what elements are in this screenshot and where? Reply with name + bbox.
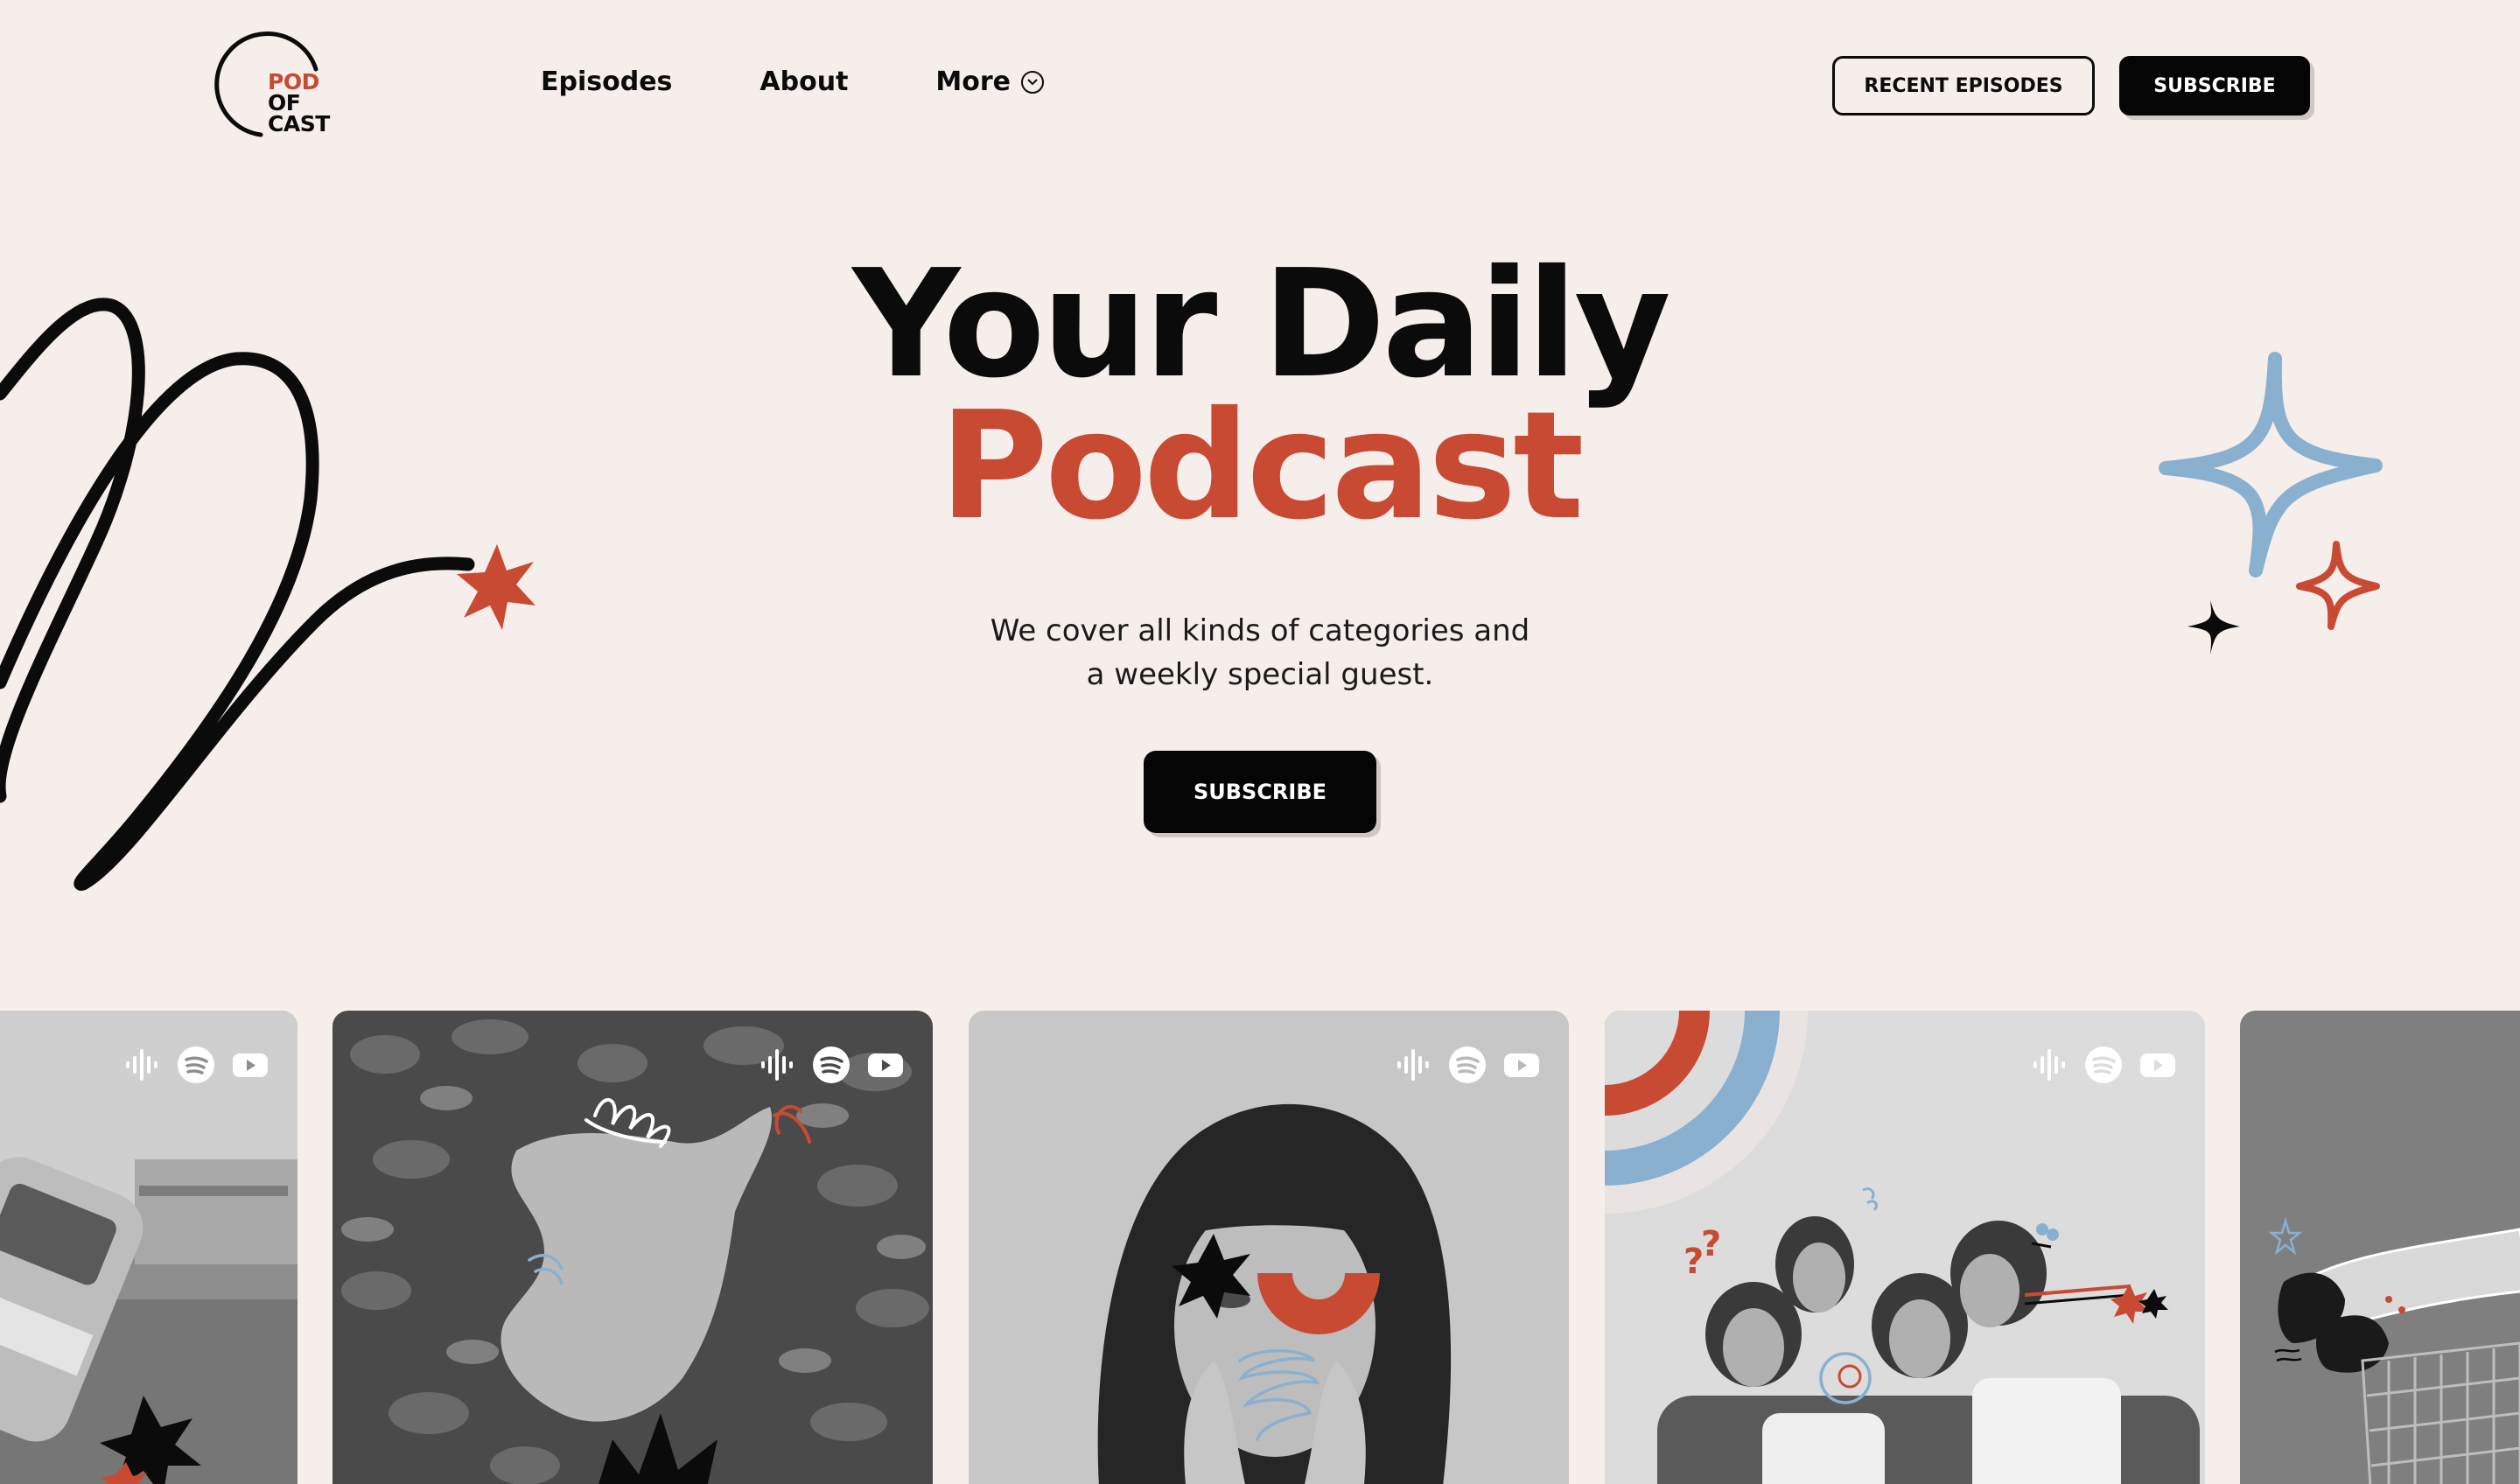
hero-subscribe-button[interactable]: SUBSCRIBE: [1144, 751, 1376, 833]
spotify-icon[interactable]: [812, 1046, 850, 1084]
episode-cards: ? ?: [0, 1011, 2520, 1484]
spotify-icon[interactable]: [177, 1046, 215, 1084]
spotify-icon[interactable]: [2084, 1046, 2123, 1084]
podcast-icon[interactable]: [1394, 1046, 1432, 1084]
podcast-icon[interactable]: [122, 1046, 161, 1084]
nav-episodes-label: Episodes: [541, 66, 673, 97]
logo-text: POD OF CAST: [268, 71, 330, 136]
hero-title-line2: Podcast: [939, 380, 1584, 553]
spotify-icon[interactable]: [1448, 1046, 1487, 1084]
nav-more-label: More: [935, 66, 1012, 97]
youtube-icon[interactable]: [1502, 1046, 1541, 1084]
nav-episodes[interactable]: Episodes: [541, 66, 672, 97]
podcast-icon[interactable]: [758, 1046, 796, 1084]
youtube-icon[interactable]: [231, 1046, 270, 1084]
episode-card-cart[interactable]: [2240, 1011, 2520, 1484]
youtube-icon[interactable]: [866, 1046, 905, 1084]
card-platforms: [107, 1046, 270, 1084]
episode-card-group[interactable]: ? ?: [1605, 1011, 2205, 1484]
youtube-icon[interactable]: [2138, 1046, 2177, 1084]
nav-about[interactable]: About: [760, 66, 848, 97]
hero-subtitle-line1: We cover all kinds of categories and: [990, 613, 1530, 648]
cart-photo: [2240, 1011, 2520, 1484]
card-platforms: [1378, 1046, 1541, 1084]
nav-about-label: About: [760, 66, 849, 97]
svg-text:?: ?: [1701, 1224, 1721, 1264]
header-subscribe-button[interactable]: SUBSCRIBE: [2119, 56, 2310, 116]
episode-card-bush[interactable]: [332, 1011, 933, 1484]
card-platforms: [2014, 1046, 2177, 1084]
nav-more[interactable]: More: [935, 66, 1045, 97]
logo[interactable]: POD OF CAST: [206, 30, 338, 144]
hero-subtitle: We cover all kinds of categories and a w…: [0, 609, 2520, 696]
card-platforms: [742, 1046, 905, 1084]
episode-card-van[interactable]: [0, 1011, 298, 1484]
recent-episodes-button[interactable]: RECENT EPISODES: [1832, 56, 2095, 116]
hero-title: Your Daily Podcast: [0, 238, 2520, 553]
hero-subtitle-line2: a weekly special guest.: [1086, 657, 1434, 692]
episode-card-portrait[interactable]: [969, 1011, 1569, 1484]
hero-title-line1: Your Daily: [852, 238, 1671, 411]
podcast-icon[interactable]: [2030, 1046, 2068, 1084]
chevron-down-icon: [1021, 70, 1045, 94]
main-nav: Episodes About More: [541, 66, 1045, 97]
logo-line-cast: CAST: [268, 111, 330, 136]
